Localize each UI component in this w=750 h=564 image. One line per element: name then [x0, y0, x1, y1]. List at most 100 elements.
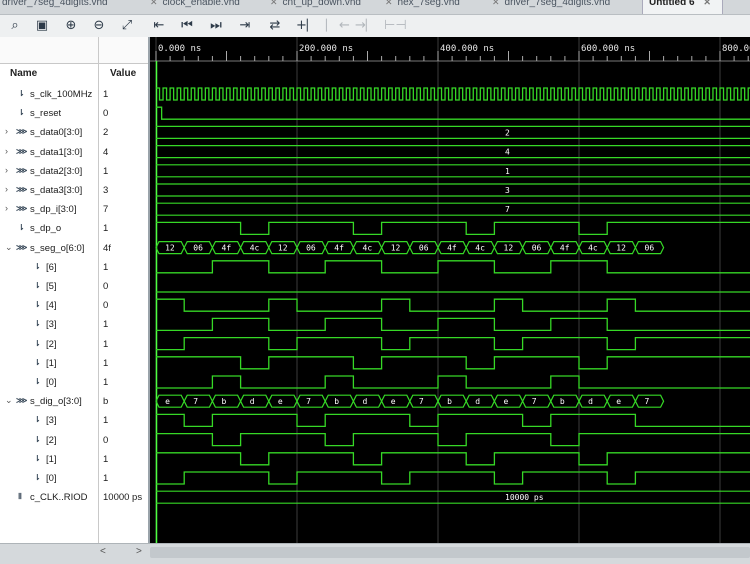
signal-row[interactable]: ⇂ s_dp_o 1 — [0, 219, 148, 238]
waveform-svg[interactable]: 0.000 ns 200.000 ns 400.000 ns 600.000 ns 80… — [150, 37, 750, 543]
close-icon[interactable]: ✕ — [492, 0, 500, 7]
save-icon[interactable]: ▣ — [33, 17, 51, 35]
signal-row[interactable]: › ⋙ s_data2[3:0] 1 — [0, 162, 148, 181]
signal-value: 0 — [103, 108, 109, 120]
cursor-to-start-icon[interactable]: ⇤ — [150, 17, 168, 35]
signal-name: s_data3[3:0] — [30, 185, 83, 196]
signal-row[interactable]: › ⋙ s_dp_i[3:0] 7 — [0, 200, 148, 219]
expand-chevron-icon[interactable]: › — [5, 146, 8, 156]
signal-row[interactable]: › ⋙ s_data1[3:0] 4 — [0, 143, 148, 162]
zoom-fit-icon[interactable]: ⤢ — [118, 17, 136, 35]
bit-signal-icon: ⇂ — [34, 453, 41, 463]
s-dig-o-bus-segment — [324, 394, 355, 408]
signal-value: 1 — [103, 415, 109, 427]
signal-row[interactable]: ⇂ [2] 1 — [0, 335, 148, 354]
bit-signal-icon: ⇂ — [34, 338, 41, 348]
bus-signal-icon: ⋙ — [16, 242, 28, 252]
expand-chevron-icon[interactable]: › — [5, 203, 8, 213]
dig-bit-1-waveform — [156, 452, 750, 466]
dig-bit-3-waveform — [156, 413, 750, 428]
bit-signal-icon: ⇂ — [18, 89, 25, 98]
tab-driver-7seg-left[interactable]: driver_7seg_4digits.vhd — [2, 0, 108, 14]
search-icon[interactable]: ⌕ — [6, 17, 24, 35]
bus-signal-icon: ⋙ — [16, 204, 28, 214]
s-dig-o-bus-segment — [296, 394, 326, 408]
signal-row[interactable]: ⇂ s_reset 0 — [0, 104, 148, 123]
s-dig-o-bus-segment — [606, 394, 637, 408]
name-column-header[interactable]: Name — [10, 68, 37, 79]
signal-name: s_dp_o — [30, 223, 62, 235]
tab-cnt-up-down[interactable]: ✕ cnt_up_down.vhd — [270, 0, 361, 14]
signal-value: 3 — [103, 185, 109, 196]
close-icon[interactable]: ✕ — [150, 0, 158, 7]
signal-row[interactable]: › ⋙ s_data3[3:0] 3 — [0, 181, 148, 200]
signal-row[interactable]: ⇂ [5] 0 — [0, 277, 148, 296]
signal-value: 1 — [103, 473, 109, 484]
add-marker-icon[interactable]: ⇥ — [236, 17, 254, 35]
marker-left-icon[interactable]: ⎸← — [326, 17, 350, 35]
dig-bit-2-waveform — [156, 432, 750, 447]
bus-signal-icon: ⋙ — [16, 146, 28, 156]
bottom-scrollbar-area: < > — [0, 543, 750, 564]
waveform-canvas[interactable]: 0.000 ns 200.000 ns 400.000 ns 600.000 ns 80… — [150, 37, 750, 543]
go-to-end-icon[interactable]: ⏭ — [207, 17, 225, 35]
expand-chevron-icon[interactable]: ⌄ — [5, 395, 13, 406]
tab-label: Untitled 6 — [649, 0, 695, 8]
signal-name: [6] — [46, 261, 57, 273]
s-dig-o-bus-segment — [437, 394, 467, 408]
s-dig-o-bus-value: e — [165, 397, 170, 406]
bit-signal-icon: ⇂ — [34, 300, 41, 310]
time-label: 0.000 ns — [158, 44, 201, 54]
value-column-header[interactable]: Value — [110, 68, 136, 79]
expand-chevron-icon[interactable]: ⌄ — [5, 242, 13, 253]
bus-signal-icon: ⋙ — [16, 127, 28, 137]
scroll-left-icon[interactable]: < — [100, 546, 106, 557]
horizontal-scrollbar[interactable] — [150, 547, 750, 558]
signal-value: 1 — [103, 453, 109, 465]
signal-row[interactable]: › ⋙ s_data0[3:0] 2 — [0, 123, 148, 142]
s-dig-o-bus-value: b — [560, 397, 565, 406]
signal-row[interactable]: ⌄ ⋙ s_dig_o[3:0] b — [0, 392, 148, 411]
zoom-in-icon[interactable]: ⊕ — [62, 17, 80, 35]
tab-driver-7seg[interactable]: ✕ driver_7seg_4digits.vhd — [492, 0, 610, 14]
signal-row[interactable]: ⇂ [2] 0 — [0, 431, 148, 450]
expand-chevron-icon[interactable]: › — [5, 165, 8, 175]
close-icon[interactable]: ✕ — [385, 0, 393, 7]
signal-row[interactable]: ⇂ [3] 1 — [0, 411, 148, 430]
time-label: 400.000 ns — [440, 44, 494, 54]
signal-name: [2] — [46, 434, 57, 446]
s-seg-o-bus-value: 4c — [588, 244, 598, 253]
plus-marker-icon[interactable]: +⎸ — [296, 17, 320, 35]
zoom-out-icon[interactable]: ⊖ — [90, 17, 108, 35]
close-icon[interactable]: ✕ — [703, 0, 711, 7]
signal-name: [1] — [46, 453, 57, 465]
marker-remove-icon[interactable]: ⊢⊣ — [384, 17, 407, 35]
swap-cursor-icon[interactable]: ⇄ — [266, 17, 284, 35]
signal-row[interactable]: ⇂ [6] 1 — [0, 258, 148, 277]
tab-untitled-6[interactable]: Untitled 6 ✕ — [642, 0, 723, 14]
s-data0-bus-value: 2 — [505, 128, 510, 137]
signal-row[interactable]: ⇂ [3] 1 — [0, 315, 148, 334]
tab-clock-enable[interactable]: ✕ clock_enable.vhd — [150, 0, 240, 14]
signal-row[interactable]: ⇂ [1] 1 — [0, 450, 148, 469]
tab-label: cnt_up_down.vhd — [282, 0, 361, 8]
signal-name: [1] — [46, 357, 57, 369]
marker-right-icon[interactable]: →⎸ — [355, 17, 379, 35]
time-label: 800.000 — [722, 44, 750, 54]
close-icon[interactable]: ✕ — [270, 0, 278, 7]
tab-label: hex_7seg.vhd — [397, 0, 460, 8]
expand-chevron-icon[interactable]: › — [5, 126, 8, 136]
signal-row[interactable]: ⇂ [0] 1 — [0, 469, 148, 488]
go-to-start-icon[interactable]: ⏮ — [178, 17, 196, 35]
tab-hex-7seg[interactable]: ✕ hex_7seg.vhd — [385, 0, 460, 14]
signal-row[interactable]: ⇂ [4] 0 — [0, 296, 148, 315]
signal-row[interactable]: ⌄ ⋙ s_seg_o[6:0] 4f — [0, 239, 148, 258]
signal-name: [5] — [46, 281, 57, 292]
signal-row[interactable]: ⇂ [1] 1 — [0, 354, 148, 373]
signal-row[interactable]: ⇂ s_clk_100MHz 1 — [0, 85, 148, 104]
signal-row[interactable]: Ⅱc_CLK..RIOD 10000 ps — [0, 488, 148, 507]
expand-chevron-icon[interactable]: › — [5, 184, 8, 194]
s-dig-o-bus-value: b — [447, 397, 452, 406]
signal-row[interactable]: ⇂ [0] 1 — [0, 373, 148, 392]
scroll-right-icon[interactable]: > — [136, 546, 142, 557]
